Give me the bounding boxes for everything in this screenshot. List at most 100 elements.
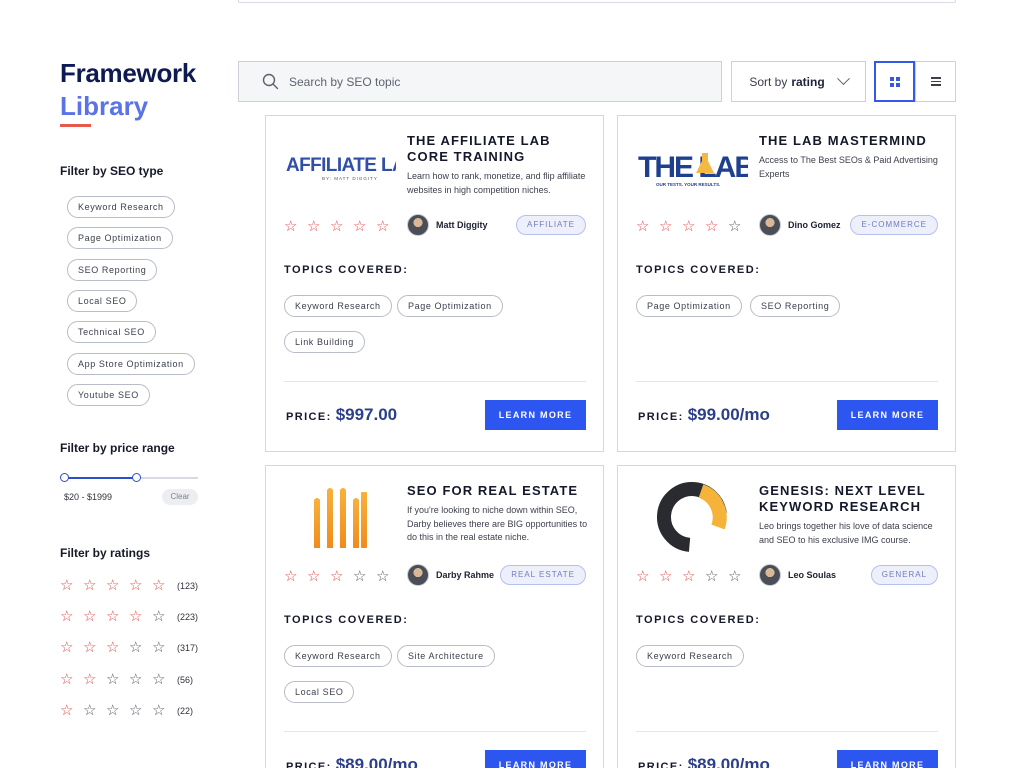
learn-more-button[interactable]: LEARN MORE: [837, 400, 938, 430]
star-icon: ☆: [152, 608, 166, 625]
topic-chip[interactable]: Keyword Research: [636, 645, 744, 667]
brand-title: Framework: [60, 58, 197, 88]
rating-filter-row[interactable]: ☆ ☆ ☆ ☆ ☆ (123): [60, 577, 198, 595]
rating-filter-row[interactable]: ☆ ☆ ☆ ☆ ☆ (317): [60, 639, 198, 657]
star-icon: ☆: [705, 218, 719, 235]
category-badge[interactable]: REAL ESTATE: [500, 565, 586, 585]
avatar: [407, 564, 429, 586]
star-icon: ☆: [129, 608, 143, 625]
course-card: SEO FOR REAL ESTATE If you're looking to …: [265, 465, 604, 768]
topics-label: TOPICS COVERED:: [636, 264, 761, 276]
price-value: $99.00/mo: [687, 405, 770, 424]
topic-chip[interactable]: SEO Reporting: [750, 295, 841, 317]
star-icon: ☆: [129, 671, 143, 688]
price-range-fill: [64, 477, 137, 479]
course-description: Learn how to rank, monetize, and flip af…: [407, 171, 586, 195]
affiliate-lab-logo: AFFILIATE LABBY: MATT DIGGITY: [284, 136, 396, 198]
star-icon: ☆: [83, 702, 97, 719]
star-icon: ☆: [106, 671, 120, 688]
seo-type-chip[interactable]: App Store Optimization: [67, 353, 195, 375]
star-icon: ☆: [129, 577, 143, 594]
topic-chip[interactable]: Local SEO: [284, 681, 355, 703]
topic-chip[interactable]: Page Optimization: [636, 295, 742, 317]
filter-ratings-title: Filter by ratings: [60, 546, 151, 560]
learn-more-button[interactable]: LEARN MORE: [485, 400, 586, 430]
seo-type-chip[interactable]: Technical SEO: [67, 321, 156, 343]
brand-underline: [60, 124, 91, 127]
rating-filter-row[interactable]: ☆ ☆ ☆ ☆ ☆ (56): [60, 671, 193, 689]
learn-more-button[interactable]: LEARN MORE: [485, 750, 586, 768]
sort-value: rating: [791, 74, 825, 89]
star-icon: ☆: [60, 702, 74, 719]
star-icon: ☆: [682, 218, 696, 235]
course-author[interactable]: Darby Rahme: [407, 564, 494, 586]
course-author[interactable]: Dino Gomez: [759, 214, 841, 236]
price-label: PRICE:: [286, 411, 332, 423]
learn-more-button[interactable]: LEARN MORE: [837, 750, 938, 768]
course-title: THE LAB MASTERMIND: [759, 133, 927, 148]
list-view-button[interactable]: [915, 61, 956, 102]
divider: [636, 731, 938, 732]
seo-type-chip[interactable]: Youtube SEO: [67, 384, 150, 406]
course-author[interactable]: Leo Soulas: [759, 564, 836, 586]
course-description: Leo brings together his love of data sci…: [759, 521, 933, 545]
filter-seo-type-title: Filter by SEO type: [60, 164, 164, 178]
star-icon: ☆: [330, 218, 344, 235]
chevron-down-icon: [836, 72, 850, 86]
list-icon: [930, 77, 941, 86]
grid-view-button[interactable]: [874, 61, 915, 102]
topic-chip[interactable]: Site Architecture: [397, 645, 495, 667]
star-icon: ☆: [376, 218, 390, 235]
price-value: $89.00/mo: [335, 755, 418, 768]
category-badge[interactable]: E-COMMERCE: [850, 215, 938, 235]
topic-chip[interactable]: Keyword Research: [284, 295, 392, 317]
sort-dropdown[interactable]: Sort by rating: [731, 61, 866, 102]
rating-filter-row[interactable]: ☆ ☆ ☆ ☆ ☆ (22): [60, 702, 193, 720]
star-icon: ☆: [152, 639, 166, 656]
course-title: GENESIS: NEXT LEVEL KEYWORD RESEARCH: [759, 483, 926, 514]
rating-filter-row[interactable]: ☆ ☆ ☆ ☆ ☆ (223): [60, 608, 198, 626]
star-icon: ☆: [284, 218, 298, 235]
logo-wordmark: AFFILIATE LAB: [286, 155, 396, 176]
price-max-handle[interactable]: [131, 473, 141, 482]
seo-type-chip[interactable]: Keyword Research: [67, 196, 175, 218]
star-icon: ☆: [307, 218, 321, 235]
search-bar[interactable]: [238, 61, 722, 102]
star-icon: ☆: [129, 702, 143, 719]
seo-type-chip[interactable]: SEO Reporting: [67, 259, 158, 281]
the-lab-logo: THE LAB OUR TESTS. YOUR RESULTS.: [636, 136, 748, 198]
category-badge[interactable]: GENERAL: [870, 565, 938, 585]
topic-chip[interactable]: Keyword Research: [284, 645, 392, 667]
rating-count: (22): [177, 706, 194, 716]
filter-price-title: Filter by price range: [60, 441, 175, 455]
clear-price-button[interactable]: Clear: [162, 489, 198, 505]
genesis-ring-logo: [636, 482, 748, 552]
search-icon: [261, 72, 281, 92]
star-icon: ☆: [83, 577, 97, 594]
topic-chip[interactable]: Link Building: [284, 331, 365, 353]
brand-subtitle: Library: [60, 91, 149, 121]
star-icon: ☆: [152, 671, 166, 688]
rating-count: (317): [177, 643, 199, 653]
star-icon: ☆: [376, 568, 390, 585]
star-icon: ☆: [353, 218, 367, 235]
avatar: [407, 214, 429, 236]
price-value: $997.00: [335, 405, 398, 424]
star-icon: ☆: [728, 568, 742, 585]
star-icon: ☆: [60, 671, 74, 688]
seo-type-chip[interactable]: Local SEO: [67, 290, 138, 312]
avatar: [759, 214, 781, 236]
search-input[interactable]: [289, 74, 689, 89]
topics-label: TOPICS COVERED:: [284, 614, 409, 626]
rating-count: (56): [177, 675, 194, 685]
course-author[interactable]: Matt Diggity: [407, 214, 488, 236]
price-min-handle[interactable]: [59, 473, 69, 482]
course-card: GENESIS: NEXT LEVEL KEYWORD RESEARCH Leo …: [617, 465, 956, 768]
topics-label: TOPICS COVERED:: [284, 264, 409, 276]
category-badge[interactable]: AFFILIATE: [516, 215, 586, 235]
star-icon: ☆: [106, 577, 120, 594]
seo-type-chip[interactable]: Page Optimization: [67, 227, 173, 249]
logo-tagline: OUR TESTS. YOUR RESULTS.: [656, 182, 720, 187]
star-icon: ☆: [83, 608, 97, 625]
topic-chip[interactable]: Page Optimization: [397, 295, 503, 317]
